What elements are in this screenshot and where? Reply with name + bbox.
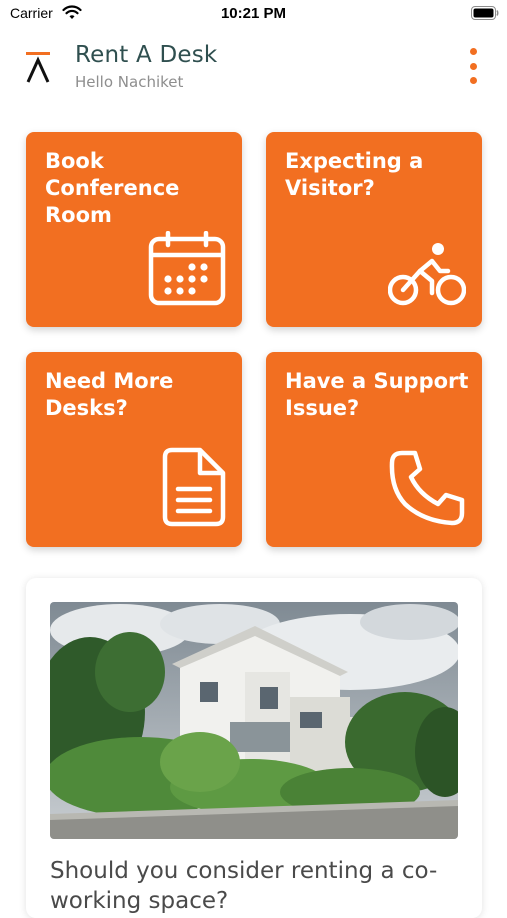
- article-card[interactable]: Should you consider renting a co-working…: [26, 578, 482, 918]
- menu-dot: [469, 77, 477, 84]
- tile-label: Need More Desks?: [45, 369, 174, 420]
- bicycle-icon: [388, 243, 466, 306]
- article-title: Should you consider renting a co-working…: [50, 858, 438, 914]
- greeting-text: Hello Nachiket: [75, 73, 184, 91]
- support-issue-tile[interactable]: Have a Support Issue?: [266, 352, 482, 547]
- tile-label: Expecting a Visitor?: [285, 149, 424, 200]
- tile-label: Have a Support Issue?: [285, 369, 469, 420]
- lambda-logo-icon: [26, 52, 50, 83]
- app-title: Rent A Desk: [75, 42, 218, 68]
- house-photo-graphic: [50, 602, 458, 839]
- vertical-ellipsis-icon: [469, 48, 477, 55]
- house-photo: [50, 602, 458, 839]
- app-header: Rent A Desk Hello Nachiket: [0, 36, 507, 102]
- expecting-visitor-tile[interactable]: Expecting a Visitor?: [266, 132, 482, 327]
- menu-dot: [469, 62, 477, 70]
- status-bar: Carrier 10:21 PM: [0, 0, 507, 28]
- need-more-desks-tile[interactable]: Need More Desks?: [26, 352, 242, 547]
- more-menu-button[interactable]: [465, 48, 481, 84]
- document-icon: [162, 447, 226, 527]
- phone-icon: [389, 450, 465, 526]
- clock: 10:21 PM: [220, 5, 287, 22]
- battery-icon: [471, 6, 499, 20]
- calendar-icon: [148, 231, 226, 306]
- book-conference-room-tile[interactable]: Book Conference Room: [26, 132, 242, 327]
- tile-label: Book Conference Room: [45, 149, 180, 227]
